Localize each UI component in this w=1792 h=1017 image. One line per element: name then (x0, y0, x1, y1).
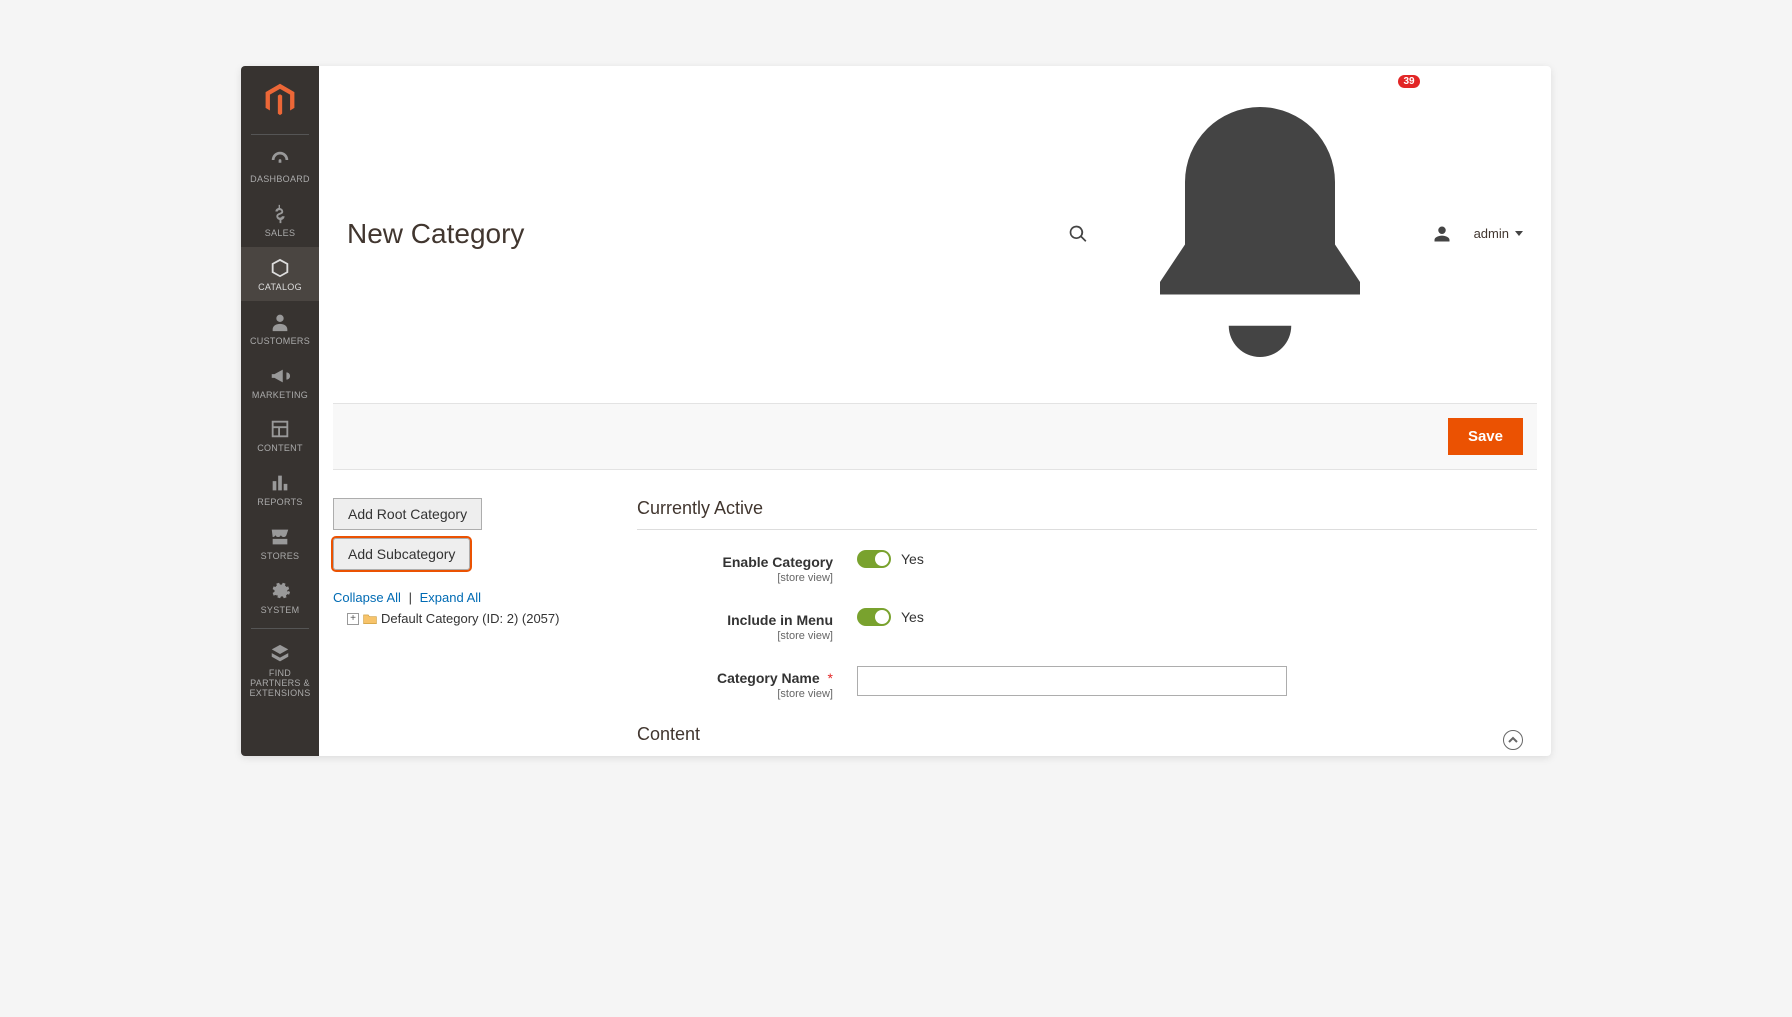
toggle-value: Yes (901, 551, 924, 567)
expand-toggle-icon[interactable]: + (347, 613, 359, 625)
save-button[interactable]: Save (1448, 418, 1523, 455)
tree-controls: Collapse All | Expand All (333, 590, 633, 605)
add-subcategory-button[interactable]: Add Subcategory (333, 538, 470, 570)
category-name-input[interactable] (857, 666, 1287, 696)
scope-label: [store view] (637, 688, 833, 700)
sales-icon (269, 203, 291, 225)
page-header: New Category 39 admin (319, 66, 1551, 403)
marketing-icon (269, 365, 291, 387)
include-in-menu-row: Include in Menu [store view] Yes (637, 608, 1537, 642)
notifications-button[interactable]: 39 (1110, 82, 1410, 385)
sidebar-item-label: CONTENT (257, 444, 303, 454)
toggle-value: Yes (901, 609, 924, 625)
username-label: admin (1474, 226, 1509, 241)
sidebar-item-marketing[interactable]: MARKETING (241, 355, 319, 409)
add-root-category-button[interactable]: Add Root Category (333, 498, 482, 530)
sidebar-item-reports[interactable]: REPORTS (241, 462, 319, 516)
notification-badge: 39 (1398, 75, 1419, 88)
section-title: Currently Active (637, 498, 1537, 519)
enable-category-toggle[interactable] (857, 550, 891, 568)
sidebar-item-label: CUSTOMERS (250, 337, 310, 347)
chevron-down-icon (1515, 231, 1523, 236)
sidebar-item-sales[interactable]: SALES (241, 193, 319, 247)
dashboard-icon (269, 149, 291, 171)
sidebar-item-system[interactable]: SYSTEM (241, 570, 319, 624)
sidebar-item-dashboard[interactable]: DASHBOARD (241, 139, 319, 193)
sidebar-item-label: SALES (265, 229, 296, 239)
header-actions: 39 admin (1068, 82, 1523, 385)
tree-node[interactable]: + Default Category (ID: 2) (2057) (347, 611, 633, 626)
field-label: Category Name (717, 670, 820, 686)
catalog-icon (269, 257, 291, 279)
collapse-all-link[interactable]: Collapse All (333, 590, 401, 605)
sidebar-item-label: DASHBOARD (250, 175, 310, 185)
scope-label: [store view] (637, 572, 833, 584)
scope-label: [store view] (637, 630, 833, 642)
required-indicator: * (828, 670, 833, 686)
chevron-up-icon (1508, 735, 1518, 745)
partners-icon (269, 643, 291, 665)
system-icon (269, 580, 291, 602)
include-in-menu-toggle[interactable] (857, 608, 891, 626)
customers-icon (269, 311, 291, 333)
search-icon[interactable] (1068, 224, 1088, 244)
sidebar-item-content[interactable]: CONTENT (241, 408, 319, 462)
tree-node-label: Default Category (ID: 2) (2057) (381, 611, 559, 626)
sidebar-item-partners[interactable]: FIND PARTNERS & EXTENSIONS (241, 633, 319, 707)
folder-icon (363, 613, 377, 625)
account-dropdown[interactable]: admin (1474, 226, 1523, 241)
toolbar: Save (333, 403, 1537, 470)
bell-icon (1110, 369, 1410, 385)
user-avatar-icon[interactable] (1432, 224, 1452, 244)
sidebar-item-label: SYSTEM (261, 606, 300, 616)
category-name-row: Category Name * [store view] (637, 666, 1537, 700)
reports-icon (269, 472, 291, 494)
collapse-section-button[interactable] (1503, 730, 1523, 750)
sidebar-item-customers[interactable]: CUSTOMERS (241, 301, 319, 355)
category-tree-pane: Add Root Category Add Subcategory Collap… (333, 470, 633, 756)
main-content: New Category 39 admin (319, 66, 1551, 756)
field-label: Enable Category (723, 554, 833, 570)
expand-all-link[interactable]: Expand All (420, 590, 481, 605)
sidebar-item-label: CATALOG (258, 283, 302, 293)
divider (251, 628, 309, 629)
separator: | (409, 590, 412, 605)
field-label: Include in Menu (727, 612, 833, 628)
divider (637, 529, 1537, 530)
stores-icon (269, 526, 291, 548)
content-icon (269, 418, 291, 440)
section-title: Content (637, 724, 700, 745)
admin-sidebar: DASHBOARD SALES CATALOG CUSTOMERS MARKET… (241, 66, 319, 756)
form-pane: Currently Active Enable Category [store … (633, 470, 1537, 756)
sidebar-item-label: REPORTS (257, 498, 302, 508)
magento-logo (262, 82, 298, 118)
sidebar-item-label: FIND PARTNERS & EXTENSIONS (244, 669, 316, 699)
sidebar-item-stores[interactable]: STORES (241, 516, 319, 570)
sidebar-item-label: MARKETING (252, 391, 308, 401)
divider (251, 134, 309, 135)
page-title: New Category (347, 218, 1068, 250)
enable-category-row: Enable Category [store view] Yes (637, 550, 1537, 584)
sidebar-item-label: STORES (261, 552, 300, 562)
sidebar-item-catalog[interactable]: CATALOG (241, 247, 319, 301)
content-section-header: Content (637, 724, 1537, 755)
